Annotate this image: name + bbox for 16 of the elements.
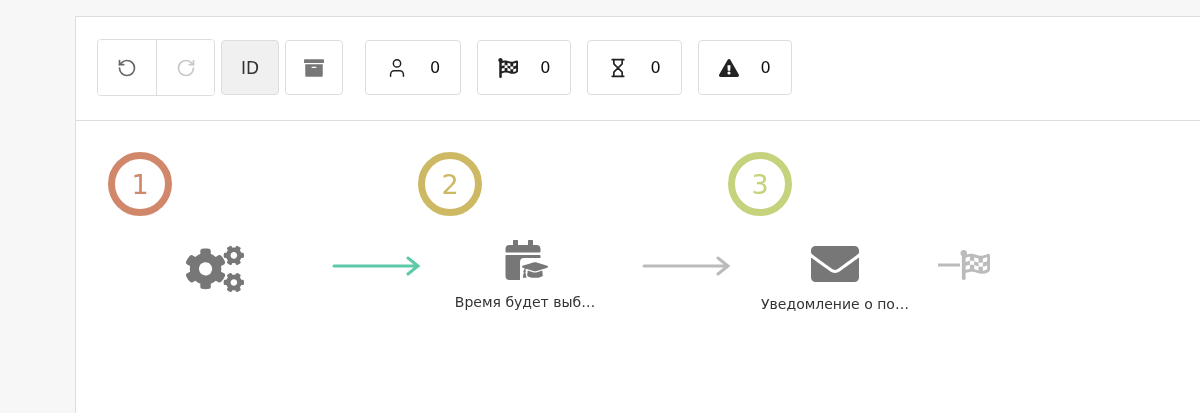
step-number: 3 bbox=[728, 152, 792, 216]
counter-value: 0 bbox=[650, 58, 661, 77]
undo-icon bbox=[117, 57, 137, 78]
archive-button[interactable] bbox=[285, 40, 343, 95]
step-label: Время будет выб… bbox=[454, 294, 596, 310]
step-number: 1 bbox=[108, 152, 172, 216]
counter-value: 0 bbox=[540, 58, 551, 77]
id-toggle-button[interactable]: ID bbox=[221, 40, 279, 95]
archive-icon bbox=[304, 57, 324, 78]
step-label: Уведомление о по… bbox=[761, 296, 909, 312]
counter-value: 0 bbox=[760, 58, 771, 77]
checkered-flag-icon bbox=[498, 57, 519, 78]
redo-icon bbox=[175, 57, 196, 78]
step-number: 2 bbox=[418, 152, 482, 216]
warning-icon bbox=[718, 57, 739, 78]
counter-value: 0 bbox=[430, 58, 441, 77]
